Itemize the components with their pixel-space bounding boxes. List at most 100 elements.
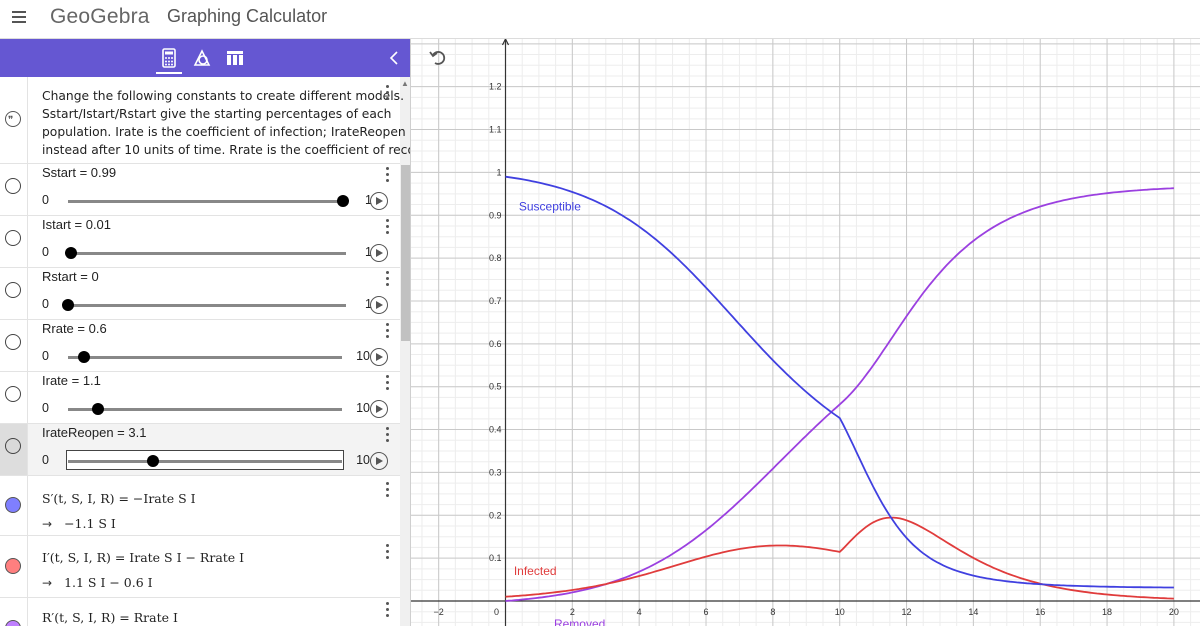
equation-row-r[interactable]: R′(t, S, I, R) = Rrate I (0, 598, 400, 626)
more-options-icon[interactable] (386, 427, 392, 445)
y-tick-label: 1.1 (489, 125, 502, 135)
equation-result: → −1.1 S I (42, 516, 116, 531)
slider-track[interactable] (68, 252, 346, 255)
slider-thumb[interactable] (146, 455, 159, 467)
visibility-toggle-icon[interactable] (5, 620, 21, 626)
arrow-icon: → (42, 576, 53, 590)
slider-min-label: 0 (42, 401, 49, 415)
x-tick-label: 6 (704, 607, 709, 617)
scroll-thumb[interactable] (401, 165, 410, 341)
play-icon[interactable] (370, 244, 388, 262)
slider-row[interactable]: IrateReopen = 3.1 0 10 (0, 424, 400, 476)
visibility-toggle-icon[interactable] (5, 178, 21, 194)
slider-thumb[interactable] (64, 247, 77, 259)
app-header: GeoGebra Graphing Calculator (0, 0, 1200, 39)
equation-definition: S′(t, S, I, R) = −Irate S I (42, 491, 196, 506)
x-tick-label: 0 (494, 607, 499, 617)
y-tick-label: 0.6 (489, 339, 502, 349)
y-tick-label: 1 (496, 167, 501, 177)
slider-thumb[interactable] (78, 351, 91, 363)
more-options-icon[interactable] (386, 375, 392, 393)
infected-label: Infected (514, 564, 557, 578)
slider-row[interactable]: Rstart = 0 0 1 (0, 268, 400, 320)
text-line: population. Irate is the coefficient of … (42, 125, 411, 139)
graphics-view[interactable]: −2 0 2 4 6 8 10 12 14 16 18 20 0.1 0.2 0.3 0.4 0.5 0.6 0.7… (411, 21, 1200, 631)
slider-min-label: 0 (42, 297, 49, 311)
chevron-left-icon[interactable] (386, 48, 404, 68)
y-tick-label: 1.2 (489, 82, 502, 92)
graph-canvas[interactable]: −2 0 2 4 6 8 10 12 14 16 18 20 0.1 0.2 0.3 0.4 0.5 0.6 0.7… (411, 21, 1200, 631)
text-row[interactable]: ❞ Change the following constants to crea… (0, 77, 411, 164)
slider-definition: Sstart = 0.99 (42, 165, 117, 180)
slider-track[interactable] (68, 304, 346, 307)
more-options-icon[interactable] (386, 544, 392, 562)
equation-row-s[interactable]: S′(t, S, I, R) = −Irate S I → −1.1 S I (0, 476, 400, 536)
more-options-icon[interactable] (386, 219, 392, 237)
visibility-toggle-icon[interactable] (5, 558, 21, 574)
slider-max-label: 10 (356, 453, 370, 467)
x-tick-label: 4 (637, 607, 642, 617)
slider-row[interactable]: Sstart = 0.99 0 1 (0, 164, 400, 216)
visibility-toggle-icon[interactable] (5, 497, 21, 513)
text-line: Sstart/Istart/Rstart give the starting p… (42, 107, 392, 121)
equation-definition: R′(t, S, I, R) = Rrate I (42, 610, 178, 625)
x-tick-label: 20 (1169, 607, 1179, 617)
tools-icon[interactable] (191, 47, 213, 69)
visibility-toggle-icon[interactable] (5, 438, 21, 454)
menu-icon[interactable] (8, 6, 32, 28)
play-icon[interactable] (370, 296, 388, 314)
slider-max-label: 10 (356, 349, 370, 363)
y-tick-label: 0.2 (489, 510, 502, 520)
slider-track[interactable] (68, 356, 342, 359)
equation-row-i[interactable]: I′(t, S, I, R) = Irate S I − Rrate I → 1.… (0, 536, 400, 598)
slider-thumb[interactable] (337, 195, 350, 207)
text-line: instead after 10 units of time. Rrate is… (42, 143, 411, 157)
slider-track[interactable] (68, 200, 346, 203)
slider-track[interactable] (68, 408, 342, 411)
y-tick-label: 0.9 (489, 210, 502, 220)
more-options-icon[interactable] (386, 602, 392, 620)
more-options-icon[interactable] (386, 85, 392, 103)
slider-min-label: 0 (42, 193, 49, 207)
y-tick-label: 0.4 (489, 425, 502, 435)
scroll-up-icon[interactable]: ▲ (401, 79, 409, 88)
slider-definition: Rrate = 0.6 (42, 321, 107, 336)
slider-min-label: 0 (42, 453, 49, 467)
slider-definition: Rstart = 0 (42, 269, 99, 284)
play-icon[interactable] (370, 192, 388, 210)
undo-icon[interactable] (427, 47, 449, 69)
slider-row[interactable]: Rrate = 0.6 0 10 (0, 320, 400, 372)
x-tick-label: 2 (570, 607, 575, 617)
play-icon[interactable] (370, 452, 388, 470)
play-icon[interactable] (370, 348, 388, 366)
more-options-icon[interactable] (386, 271, 392, 289)
visibility-toggle-icon[interactable] (5, 386, 21, 402)
slider-thumb[interactable] (92, 403, 105, 415)
more-options-icon[interactable] (386, 323, 392, 341)
quote-icon[interactable]: ❞ (5, 111, 21, 127)
x-tick-label: 8 (770, 607, 775, 617)
table-icon[interactable] (224, 47, 246, 69)
algebra-panel: ▲ ❞ Change the following constants to cr… (0, 39, 411, 626)
more-options-icon[interactable] (386, 482, 392, 500)
x-tick-label: 14 (968, 607, 978, 617)
slider-definition: Istart = 0.01 (42, 217, 112, 232)
more-options-icon[interactable] (386, 167, 392, 185)
slider-track[interactable] (68, 460, 342, 463)
calculator-icon[interactable] (158, 47, 180, 69)
x-tick-label: 10 (835, 607, 845, 617)
visibility-toggle-icon[interactable] (5, 230, 21, 246)
visibility-toggle-icon[interactable] (5, 334, 21, 350)
arrow-icon: → (42, 517, 53, 531)
slider-row[interactable]: Istart = 0.01 0 1 (0, 216, 400, 268)
slider-row[interactable]: Irate = 1.1 0 10 (0, 372, 400, 424)
x-tick-label: −2 (434, 607, 444, 617)
panel-toolbar (0, 39, 410, 77)
svg-text:❞: ❞ (8, 115, 13, 125)
equation-result: → 1.1 S I − 0.6 I (42, 575, 153, 590)
visibility-toggle-icon[interactable] (5, 282, 21, 298)
panel-scrollbar[interactable] (400, 77, 410, 626)
play-icon[interactable] (370, 400, 388, 418)
slider-thumb[interactable] (62, 299, 74, 311)
description-text: Change the following constants to create… (42, 87, 411, 159)
